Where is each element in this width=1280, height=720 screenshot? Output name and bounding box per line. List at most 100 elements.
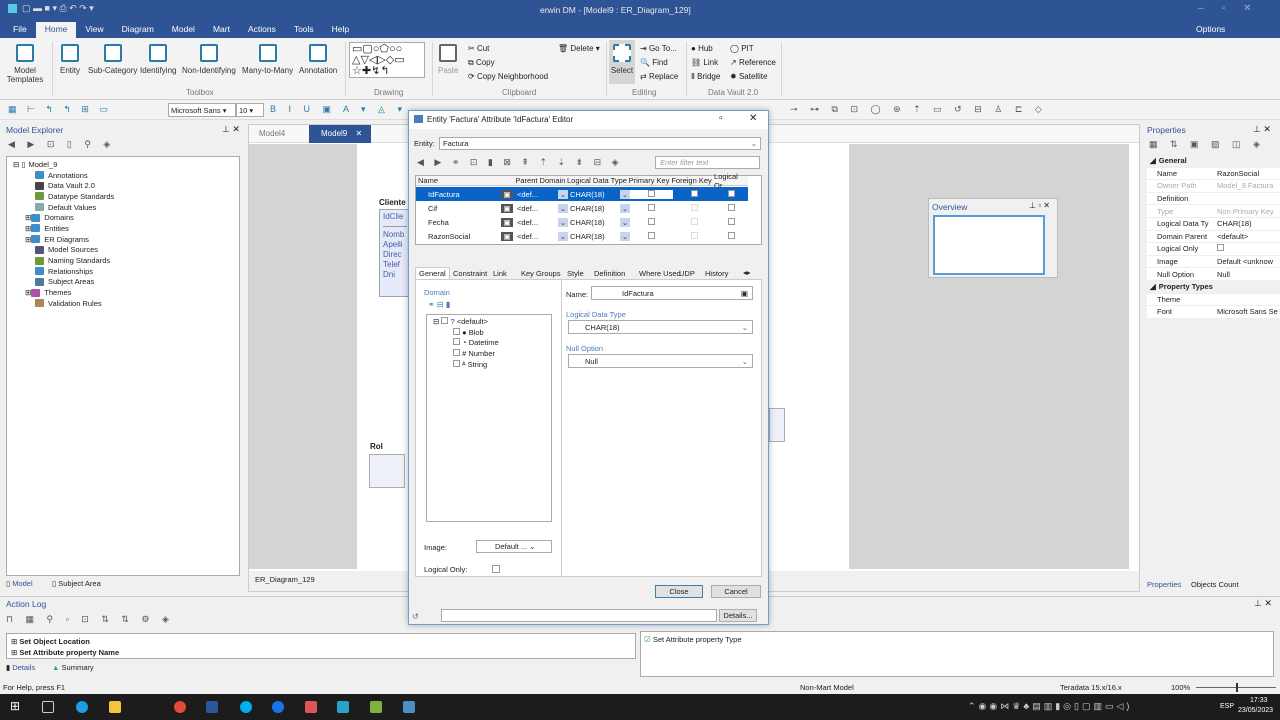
menu-help[interactable]: Help — [323, 22, 358, 38]
logical-only-checkbox[interactable] — [727, 203, 735, 211]
tab-link[interactable]: Link — [493, 269, 507, 278]
primary-key-checkbox[interactable] — [648, 189, 655, 197]
cut-button[interactable]: ✂ Cut — [468, 44, 489, 53]
tree-item-model-sources[interactable]: Model Sources — [17, 245, 239, 256]
tab-history[interactable]: History — [705, 269, 728, 278]
logical-only-checkbox[interactable] — [727, 217, 735, 225]
col-foreign-key[interactable]: Foreign Key — [671, 176, 714, 185]
attribute-name[interactable]: Cif — [416, 204, 501, 213]
tab-udp[interactable]: UDP — [679, 269, 695, 278]
overview-viewport[interactable] — [933, 215, 1045, 275]
bridge-button[interactable]: Ⅱ Bridge — [691, 72, 720, 81]
satellite-button[interactable]: ✹ Satellite — [730, 72, 767, 81]
font-size-select[interactable]: 10 ▾ — [236, 103, 264, 117]
action-log-tab-details[interactable]: ▮ Details — [6, 663, 35, 672]
zoom-slider-thumb[interactable] — [1236, 683, 1238, 692]
task-view-icon[interactable] — [42, 701, 54, 713]
chrome-icon[interactable] — [174, 701, 186, 713]
diagram-tools-icons[interactable]: ▦ ⊢ ↰ ↰ ⊞ ▭ — [8, 104, 112, 115]
action-log-pin-close[interactable]: ⊥ ✕ — [1254, 598, 1272, 609]
copy-button[interactable]: ⧉ Copy — [468, 58, 495, 68]
dropdown-icon[interactable]: ⌄ — [558, 217, 568, 227]
layout-icons[interactable]: ⊸ ⊶ ⧉ ⊡ ◯ ⊛ ⇡ ▭ ↺ ⊟ ♙ ⊏ ◇ — [790, 104, 1047, 115]
property-row[interactable]: Logical Data Ty CHAR(18) — [1147, 218, 1280, 231]
tab-constraint[interactable]: Constraint — [453, 269, 487, 278]
tab-general[interactable]: General — [415, 267, 450, 279]
start-icon[interactable]: ⊞ — [10, 699, 20, 713]
action-log-tab-summary[interactable]: ▲ Summary — [52, 663, 94, 672]
foreign-key-checkbox[interactable] — [691, 189, 698, 197]
cancel-button[interactable]: Cancel — [711, 585, 761, 598]
paint-icon[interactable] — [305, 701, 317, 713]
erwin-icon[interactable] — [337, 701, 349, 713]
tree-item-datatype-standards[interactable]: Datatype Standards — [17, 191, 239, 202]
property-row[interactable]: Null Option Null — [1147, 268, 1280, 281]
tab-where-used[interactable]: Where Used — [639, 269, 681, 278]
logical-data-type-cell[interactable]: CHAR(18) — [568, 190, 620, 199]
clock-date[interactable]: 23/05/2023 — [1238, 707, 1273, 714]
undo-icon[interactable]: ↺ — [412, 612, 419, 621]
identifying-button[interactable]: Identifying — [140, 44, 176, 75]
dialog-toolbar[interactable]: ◀ ▶ ⚭ ⊡ ▮ ⊠ ⇞ ⇡ ⇣ ⇟ ⊟ ◈ — [417, 157, 623, 168]
attribute-row[interactable]: RazonSocial ▣ <def... ⌄ CHAR(18) ⌄ — [416, 229, 748, 243]
tab-er-diagram[interactable]: ER_Diagram_129 — [255, 575, 315, 584]
replace-button[interactable]: ⇄ Replace — [640, 72, 678, 81]
entity-select[interactable]: Factura ⌄ — [439, 137, 761, 150]
attribute-row[interactable]: Fecha ▣ <def... ⌄ CHAR(18) ⌄ — [416, 215, 748, 229]
logical-data-type-cell[interactable]: CHAR(18) — [568, 218, 620, 227]
property-row[interactable]: Font Microsoft Sans Se — [1147, 306, 1280, 319]
domain-tree[interactable]: ⊟ ? <default> ● Blob ◔ Datetime # Number… — [426, 314, 552, 522]
tree-item-default-values[interactable]: Default Values — [17, 202, 239, 213]
maps-icon[interactable] — [272, 701, 284, 713]
model-templates-button[interactable]: Model Templates — [4, 44, 46, 84]
menu-home[interactable]: Home — [35, 22, 77, 38]
tree-item-naming-standards[interactable]: Naming Standards — [17, 255, 239, 266]
logical-data-type-select[interactable]: CHAR(18) ⌄ — [568, 320, 753, 334]
tree-item-relationships[interactable]: Relationships — [17, 266, 239, 277]
tree-item-annotations[interactable]: Annotations — [17, 170, 239, 181]
primary-key-checkbox[interactable] — [648, 203, 655, 211]
tab-properties[interactable]: Properties — [1147, 580, 1181, 589]
paste-button[interactable]: Paste — [438, 44, 458, 75]
name-input[interactable]: IdFactura ▣ — [591, 286, 753, 300]
edge-icon[interactable] — [76, 701, 88, 713]
action-log-list[interactable]: ⊞ Set Object Location ⊞ Set Attribute pr… — [6, 633, 636, 659]
reference-button[interactable]: ↗ Reference — [730, 58, 776, 67]
property-row[interactable]: Domain Parent <default> — [1147, 231, 1280, 244]
menu-view[interactable]: View — [76, 22, 112, 38]
copy-neighborhood-button[interactable]: ⟳ Copy Neighborhood — [468, 72, 548, 81]
menu-actions[interactable]: Actions — [239, 22, 285, 38]
dropdown-icon[interactable]: ⌄ — [620, 217, 630, 227]
property-row[interactable]: Owner Path Model_9.Factura — [1147, 180, 1280, 193]
col-name[interactable]: Name — [416, 176, 515, 185]
section-general[interactable]: ◢ General — [1147, 155, 1280, 168]
tree-item-er-diagrams[interactable]: ⊞ ER Diagrams — [17, 234, 239, 245]
tree-item-themes[interactable]: ⊞ Themes — [17, 287, 239, 298]
logical-data-type-cell[interactable]: CHAR(18) — [568, 204, 620, 213]
tab-model4[interactable]: Model4 — [259, 129, 285, 138]
properties-pin-close[interactable]: ⊥ ✕ — [1253, 124, 1271, 135]
format-icons[interactable]: B I U ▣ A ▾ ◬ ▾ — [270, 104, 407, 115]
quick-access-icons[interactable]: ▢ ▬ ■ ▾ ⎙ ↶ ↷ ▾ — [22, 3, 94, 14]
delete-button[interactable]: 🗑 Delete ▾ — [558, 44, 600, 53]
tab-definition[interactable]: Definition — [594, 269, 625, 278]
zoom-slider[interactable] — [1196, 683, 1276, 692]
dropdown-icon[interactable]: ⌄ — [620, 231, 630, 241]
name-editor-icon[interactable]: ▣ — [501, 189, 513, 199]
skype-icon[interactable] — [240, 701, 252, 713]
tree-item-validation-rules[interactable]: Validation Rules — [17, 298, 239, 309]
explorer-tab-model[interactable]: ▯ Model — [6, 579, 33, 588]
tab-key-groups[interactable]: Key Groups — [521, 269, 561, 278]
domain-blob[interactable]: ● Blob — [433, 327, 545, 339]
tree-item-subject-areas[interactable]: Subject Areas — [17, 277, 239, 288]
close-tab-icon[interactable]: ✕ — [355, 129, 362, 138]
system-tray-icons[interactable]: ⌃◉◉⋈♛♣▤▥▮◎▯▢▥▭◁) — [968, 701, 1132, 712]
tree-item-domains[interactable]: ⊞ Domains — [17, 212, 239, 223]
domain-datetime[interactable]: ◔ Datetime — [433, 338, 545, 349]
dropdown-icon[interactable]: ⌄ — [558, 231, 568, 241]
sub-category-button[interactable]: Sub-Category — [88, 44, 137, 75]
action-log-item[interactable]: ⊞ Set Object Location — [11, 636, 631, 647]
details-button[interactable]: Details... — [719, 609, 757, 622]
menu-tools[interactable]: Tools — [285, 22, 323, 38]
parent-domain-cell[interactable]: <def... — [513, 218, 558, 227]
